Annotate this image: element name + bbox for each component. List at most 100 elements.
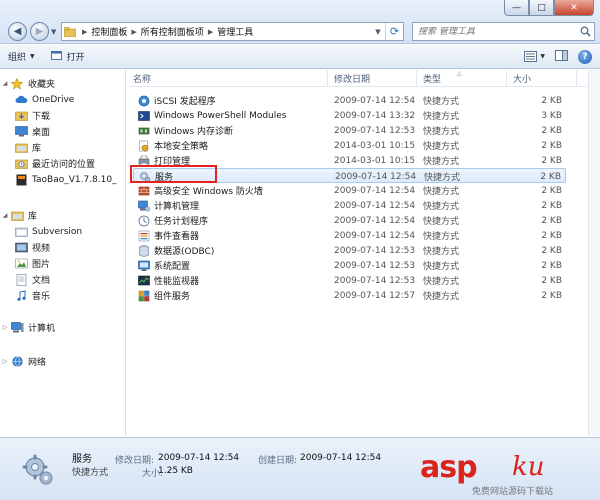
- chevron-right-icon[interactable]: ▷: [0, 358, 10, 365]
- nav-item-downloads[interactable]: 下载: [14, 108, 50, 123]
- column-header-date[interactable]: 修改日期: [328, 70, 417, 87]
- change-view-button[interactable]: ▼: [524, 51, 545, 62]
- details-modified-value: 2009-07-14 12:54: [158, 453, 240, 463]
- file-row[interactable]: 组件服务 2009-07-14 12:57 快捷方式 2 KB: [133, 288, 566, 303]
- back-button[interactable]: ◀: [8, 22, 27, 41]
- address-bar[interactable]: ▶ 控制面板 ▶ 所有控制面板项 ▶ 管理工具 ▼ ⟳: [61, 22, 404, 41]
- column-type-label: 类型: [423, 75, 442, 85]
- nav-libraries[interactable]: ◢ 库: [0, 208, 37, 223]
- chevron-down-icon: ▼: [30, 53, 35, 60]
- vertical-scrollbar[interactable]: [588, 70, 600, 436]
- nav-item-pictures[interactable]: 图片: [14, 256, 50, 271]
- watermark-brand: asp: [420, 450, 478, 485]
- file-row[interactable]: 本地安全策略 2014-03-01 10:15 快捷方式 2 KB: [133, 138, 566, 153]
- open-button[interactable]: 打开: [43, 45, 93, 68]
- maximize-button[interactable]: □: [529, 0, 554, 16]
- recent-pages-dropdown[interactable]: ▼: [51, 28, 56, 36]
- nav-favorites-label: 收藏夹: [28, 80, 56, 90]
- powershell-icon: [137, 109, 150, 122]
- music-library-icon: [14, 289, 28, 302]
- file-name-cell: 性能监视器: [137, 273, 327, 288]
- file-size: 2 KB: [541, 215, 562, 226]
- search-input[interactable]: [418, 26, 568, 37]
- minimize-button[interactable]: —: [504, 0, 529, 16]
- nav-item-videos[interactable]: 视频: [14, 240, 50, 255]
- nav-favorites[interactable]: ◢ 收藏夹: [0, 76, 55, 91]
- nav-item-label: 库: [32, 144, 42, 154]
- organize-button[interactable]: 组织 ▼: [0, 45, 43, 68]
- file-name: Windows PowerShell Modules: [154, 110, 287, 121]
- file-name: 服务: [155, 173, 174, 183]
- breadcrumb-separator-icon[interactable]: ▶: [204, 28, 217, 36]
- file-row[interactable]: 服务 2009-07-14 12:54 快捷方式 2 KB: [133, 168, 566, 183]
- file-size: 2 KB: [541, 230, 562, 241]
- memory-diagnostic-icon: [137, 124, 150, 137]
- file-row[interactable]: 打印管理 2014-03-01 10:15 快捷方式 2 KB: [133, 153, 566, 168]
- close-button[interactable]: ✕: [554, 0, 594, 16]
- search-box[interactable]: [412, 22, 595, 41]
- nav-item-label: 视频: [32, 244, 51, 254]
- nav-computer[interactable]: ▷ 计算机: [0, 320, 55, 335]
- file-name-cell: 数据源(ODBC): [137, 243, 327, 258]
- file-date: 2009-07-14 12:54: [334, 230, 416, 241]
- preview-pane-button[interactable]: [555, 49, 568, 64]
- forward-button[interactable]: ▶: [30, 22, 49, 41]
- address-dropdown-icon[interactable]: ▼: [371, 28, 385, 36]
- search-icon[interactable]: [576, 26, 594, 37]
- file-row[interactable]: 系统配置 2009-07-14 12:53 快捷方式 2 KB: [133, 258, 566, 273]
- file-type: 快捷方式: [423, 127, 460, 137]
- chevron-right-icon[interactable]: ▷: [0, 324, 10, 331]
- file-date: 2009-07-14 12:54: [335, 171, 417, 182]
- nav-item-documents[interactable]: 文档: [14, 272, 50, 287]
- help-button[interactable]: ?: [578, 49, 592, 64]
- file-type: 快捷方式: [423, 277, 460, 287]
- file-size: 2 KB: [541, 200, 562, 211]
- window-controls: — □ ✕: [504, 0, 594, 16]
- nav-item-library[interactable]: 库: [14, 140, 41, 155]
- file-row[interactable]: 计算机管理 2009-07-14 12:54 快捷方式 2 KB: [133, 198, 566, 213]
- organize-label: 组织: [8, 53, 27, 63]
- iscsi-icon: [137, 94, 150, 107]
- file-row[interactable]: 事件查看器 2009-07-14 12:54 快捷方式 2 KB: [133, 228, 566, 243]
- breadcrumb-admin-tools[interactable]: 管理工具: [217, 25, 253, 38]
- nav-item-desktop[interactable]: 桌面: [14, 124, 50, 139]
- chevron-down-icon[interactable]: ◢: [0, 212, 10, 219]
- file-name: 打印管理: [154, 157, 191, 167]
- firewall-icon: [137, 184, 150, 197]
- column-header-type[interactable]: △ 类型: [417, 70, 507, 87]
- file-row[interactable]: 数据源(ODBC) 2009-07-14 12:53 快捷方式 2 KB: [133, 243, 566, 258]
- star-icon: [10, 77, 24, 90]
- arrow-left-icon: ◀: [13, 26, 22, 37]
- breadcrumb-control-panel[interactable]: 控制面板: [91, 25, 127, 38]
- file-row[interactable]: 任务计划程序 2009-07-14 12:54 快捷方式 2 KB: [133, 213, 566, 228]
- chevron-down-icon[interactable]: ◢: [0, 80, 10, 87]
- nav-item-music[interactable]: 音乐: [14, 288, 50, 303]
- nav-item-recent-places[interactable]: 最近访问的位置: [14, 156, 95, 171]
- watermark-logo: asp ku 免费网站源码下载站: [420, 450, 592, 497]
- refresh-button[interactable]: ⟳: [385, 23, 403, 40]
- system-config-icon: [137, 259, 150, 272]
- file-name-cell: 事件查看器: [137, 228, 327, 243]
- file-date: 2009-07-14 12:53: [334, 245, 416, 256]
- pictures-library-icon: [14, 257, 28, 270]
- file-size: 3 KB: [541, 110, 562, 121]
- file-row[interactable]: iSCSI 发起程序 2009-07-14 12:54 快捷方式 2 KB: [133, 93, 566, 108]
- event-viewer-icon: [137, 229, 150, 242]
- file-row[interactable]: Windows 内存诊断 2009-07-14 12:53 快捷方式 2 KB: [133, 123, 566, 138]
- column-date-label: 修改日期: [334, 75, 371, 85]
- nav-network[interactable]: ▷ 网络: [0, 354, 46, 369]
- file-row[interactable]: 高级安全 Windows 防火墙 2009-07-14 12:54 快捷方式 2 KB: [133, 183, 566, 198]
- nav-item-subversion[interactable]: Subversion: [14, 224, 82, 239]
- nav-item-onedrive[interactable]: OneDrive: [14, 92, 74, 107]
- breadcrumb-separator-icon[interactable]: ▶: [127, 28, 140, 36]
- column-header-name[interactable]: 名称: [127, 70, 328, 87]
- column-header-size[interactable]: 大小: [507, 70, 577, 87]
- file-row[interactable]: 性能监视器 2009-07-14 12:53 快捷方式 2 KB: [133, 273, 566, 288]
- file-name: Windows 内存诊断: [154, 127, 234, 137]
- details-file-name: 服务: [72, 454, 92, 465]
- security-policy-icon: [137, 139, 150, 152]
- nav-item-taobao[interactable]: TaoBao_V1.7.8.10_: [14, 172, 117, 187]
- breadcrumb-all-items[interactable]: 所有控制面板项: [141, 25, 204, 38]
- subversion-icon: [14, 225, 28, 238]
- file-row[interactable]: Windows PowerShell Modules 2009-07-14 13:…: [133, 108, 566, 123]
